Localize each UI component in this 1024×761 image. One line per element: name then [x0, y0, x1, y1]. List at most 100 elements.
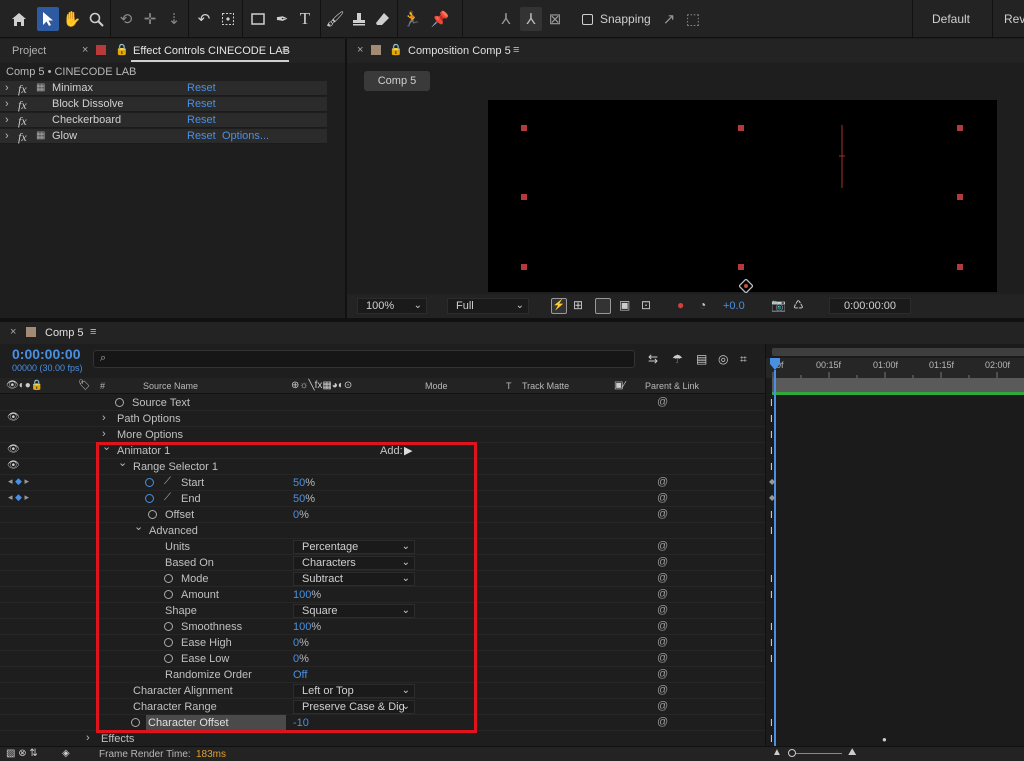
rotation-tool-icon[interactable]: ↶: [194, 7, 214, 31]
text-layer-bounding-box[interactable]: [488, 100, 997, 292]
pickwhip-icon[interactable]: @: [657, 604, 668, 616]
orbit-camera-icon[interactable]: ⟲: [116, 7, 136, 31]
chevron-right-icon[interactable]: ›: [5, 130, 9, 142]
tab-project[interactable]: Project: [12, 45, 46, 57]
eye-icon[interactable]: 👁: [7, 460, 20, 471]
effect-row[interactable]: › fx Block Dissolve Reset: [0, 97, 327, 112]
panel-menu-icon[interactable]: ≡: [513, 44, 519, 56]
footer-toggle-icons[interactable]: ▧ ⊗ ⇅: [6, 748, 38, 759]
close-icon[interactable]: ×: [10, 326, 16, 338]
viewer-timecode[interactable]: 0:00:00:00: [829, 298, 911, 314]
keyframe-icon[interactable]: ◆: [769, 493, 775, 502]
pickwhip-icon[interactable]: @: [657, 716, 668, 728]
home-icon[interactable]: [8, 7, 30, 31]
rectangle-tool-icon[interactable]: [248, 7, 268, 31]
snapping-checkbox[interactable]: [578, 7, 596, 31]
tab-composition[interactable]: Composition Comp 5: [408, 45, 511, 57]
col-track-matte[interactable]: Track Matte: [522, 381, 569, 391]
eye-icon[interactable]: 👁: [7, 412, 20, 423]
color-management-icon[interactable]: ◔: [699, 298, 715, 314]
motion-blur-icon[interactable]: ◎: [718, 352, 728, 366]
anchor-point-icon[interactable]: [738, 278, 754, 294]
reset-link[interactable]: Reset: [187, 98, 216, 110]
panel-menu-icon[interactable]: ≡: [282, 44, 288, 56]
reset-link[interactable]: Reset: [187, 130, 216, 142]
fx-toggle-icon[interactable]: fx: [18, 82, 27, 97]
tab-timeline-comp[interactable]: Comp 5: [45, 327, 84, 339]
snapshot-camera-icon[interactable]: 📷: [771, 298, 787, 314]
time-navigator[interactable]: [772, 348, 1024, 356]
snap-edges-icon[interactable]: ↗: [660, 7, 678, 31]
region-of-interest-icon[interactable]: ▣: [619, 298, 635, 314]
pickwhip-icon[interactable]: @: [657, 636, 668, 648]
workspace-review[interactable]: Rev: [1004, 7, 1024, 31]
world-axis-icon[interactable]: ⅄: [520, 7, 542, 31]
property-row[interactable]: Source Text @ I: [0, 395, 773, 411]
zoom-slider-thumb[interactable]: [788, 749, 796, 757]
roto-brush-tool-icon[interactable]: 🏃: [402, 7, 422, 31]
tab-effect-controls[interactable]: Effect Controls CINECODE LAB: [133, 45, 290, 57]
zoom-out-icon[interactable]: ▲: [772, 747, 782, 758]
render-time-icon[interactable]: ◈: [62, 748, 70, 759]
transparency-grid-icon[interactable]: ⊞: [573, 298, 589, 314]
lock-icon[interactable]: 🔒: [115, 43, 129, 56]
effect-row[interactable]: › fx ▦ Glow Reset Options...: [0, 129, 327, 144]
channel-icon[interactable]: ●: [677, 298, 693, 314]
keyframe-icon[interactable]: ◆: [769, 477, 775, 486]
stopwatch-icon[interactable]: [115, 398, 124, 410]
hand-tool-icon[interactable]: ✋: [62, 7, 82, 31]
pan-camera-icon[interactable]: ✛: [140, 7, 160, 31]
effect-row[interactable]: › fx Checkerboard Reset: [0, 113, 327, 128]
fx-toggle-icon[interactable]: fx: [18, 130, 27, 145]
pickwhip-icon[interactable]: @: [657, 620, 668, 632]
pickwhip-icon[interactable]: @: [657, 540, 668, 552]
options-link[interactable]: Options...: [222, 130, 269, 142]
dolly-camera-icon[interactable]: ⇣: [164, 7, 184, 31]
composition-viewer[interactable]: [488, 100, 997, 292]
chevron-right-icon[interactable]: ›: [5, 82, 9, 94]
zoom-slider[interactable]: [792, 753, 842, 754]
keyframe-navigator[interactable]: ◂ ◆ ▸: [8, 492, 29, 503]
zoom-in-icon[interactable]: ⛰: [848, 747, 856, 758]
property-row[interactable]: › More Options I: [0, 427, 773, 443]
clone-stamp-tool-icon[interactable]: [349, 7, 369, 31]
pickwhip-icon[interactable]: @: [657, 652, 668, 664]
timeline-graph-area[interactable]: 0f 00:15f 01:00f 01:15f 02:00f: [765, 344, 1024, 761]
keyframe-navigator[interactable]: ◂ ◆ ▸: [8, 476, 29, 487]
current-time-display[interactable]: 0:00:00:00: [12, 346, 81, 362]
graph-editor-icon[interactable]: ⌗: [740, 352, 747, 367]
playhead-handle[interactable]: [770, 358, 780, 370]
close-icon[interactable]: ×: [357, 44, 363, 56]
close-icon[interactable]: ×: [82, 44, 88, 56]
fast-previews-icon[interactable]: ⚡: [551, 298, 567, 314]
col-parent-link[interactable]: Parent & Link: [645, 381, 699, 391]
pickwhip-icon[interactable]: @: [657, 700, 668, 712]
time-ruler[interactable]: 0f 00:15f 01:00f 01:15f 02:00f: [766, 358, 1024, 378]
work-area-bar[interactable]: [772, 378, 1024, 392]
chevron-right-icon[interactable]: ›: [102, 428, 106, 440]
property-row[interactable]: 👁 › Path Options I: [0, 411, 773, 427]
chevron-right-icon[interactable]: ›: [102, 412, 106, 424]
search-input[interactable]: ⌕: [93, 350, 635, 368]
puppet-pin-tool-icon[interactable]: 📌: [430, 7, 450, 31]
snap-features-icon[interactable]: ⬚: [684, 7, 702, 31]
mask-path-visibility-icon[interactable]: [595, 298, 611, 314]
comp-navigator-button[interactable]: Comp 5: [364, 71, 430, 91]
col-source-name[interactable]: Source Name: [143, 381, 198, 391]
selection-tool-icon[interactable]: [37, 7, 59, 31]
chevron-right-icon[interactable]: ›: [86, 732, 90, 744]
pickwhip-icon[interactable]: @: [657, 556, 668, 568]
eraser-tool-icon[interactable]: [372, 7, 392, 31]
chevron-right-icon[interactable]: ›: [5, 114, 9, 126]
zoom-tool-icon[interactable]: [86, 7, 106, 31]
view-axis-icon[interactable]: ⊠: [545, 7, 565, 31]
current-time-indicator[interactable]: [774, 370, 776, 761]
pickwhip-icon[interactable]: @: [657, 396, 668, 408]
pickwhip-icon[interactable]: @: [657, 684, 668, 696]
panel-menu-icon[interactable]: ≡: [90, 326, 96, 338]
pickwhip-icon[interactable]: @: [657, 668, 668, 680]
pickwhip-icon[interactable]: @: [657, 492, 668, 504]
pickwhip-icon[interactable]: @: [657, 572, 668, 584]
reset-link[interactable]: Reset: [187, 114, 216, 126]
col-mode[interactable]: Mode: [425, 381, 448, 391]
